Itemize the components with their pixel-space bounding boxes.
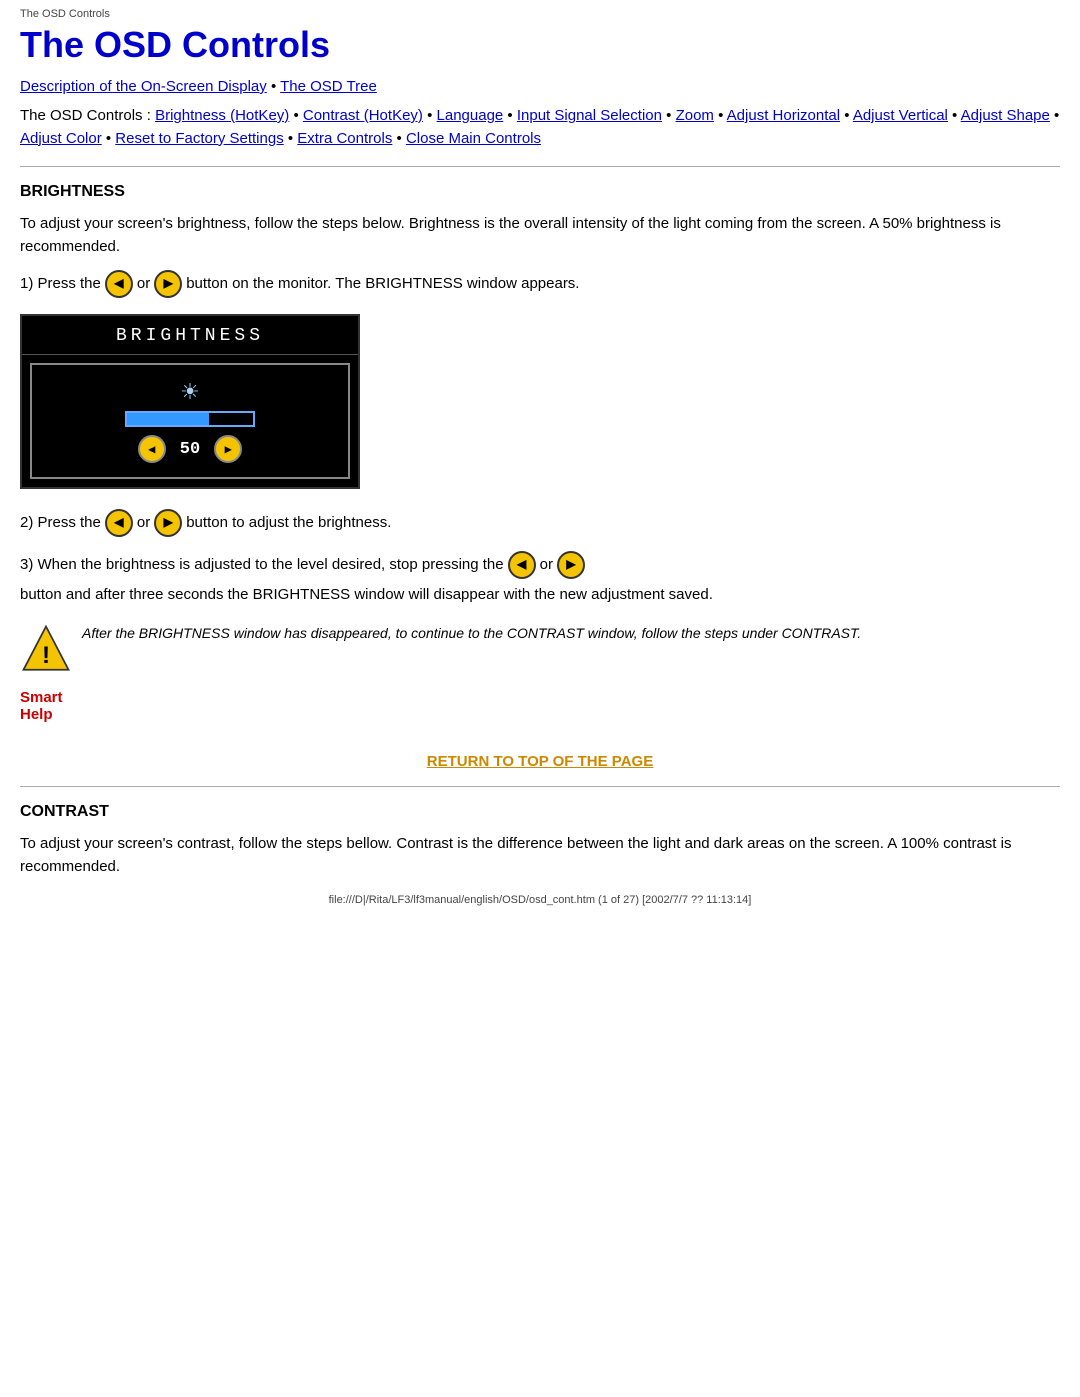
brightness-value: 50: [180, 440, 200, 459]
smart-help-label: SmartHelp: [20, 689, 1060, 723]
bc-language[interactable]: Language: [437, 107, 504, 124]
bc-adjust-vertical[interactable]: Adjust Vertical: [853, 107, 948, 124]
sun-icon: ☀: [180, 381, 200, 403]
brightness-bar-fill: [127, 413, 209, 425]
brightness-bar: [125, 411, 255, 427]
left-button-icon: [105, 270, 133, 298]
nav-link-description[interactable]: Description of the On-Screen Display: [20, 78, 267, 95]
right-button-icon: [154, 270, 182, 298]
brightness-left-btn: [138, 435, 166, 463]
brightness-controls: 50: [138, 435, 242, 463]
return-link-anchor[interactable]: RETURN TO TOP OF THE PAGE: [427, 753, 653, 770]
contrast-heading: CONTRAST: [20, 803, 1060, 821]
warning-triangle-icon: !: [20, 623, 72, 675]
breadcrumb: The OSD Controls : Brightness (HotKey) •…: [20, 105, 1060, 150]
warning-text-block: After the BRIGHTNESS window has disappea…: [82, 623, 861, 644]
bc-adjust-horizontal[interactable]: Adjust Horizontal: [727, 107, 840, 124]
step2-suffix: button to adjust the brightness.: [186, 511, 391, 535]
step3-left-icon: [508, 551, 536, 579]
brightness-right-btn: [214, 435, 242, 463]
warning-block: ! After the BRIGHTNESS window has disapp…: [20, 623, 1060, 675]
bc-adjust-shape[interactable]: Adjust Shape: [961, 107, 1050, 124]
nav-links: Description of the On-Screen Display • T…: [20, 78, 1060, 95]
browser-title: The OSD Controls: [20, 8, 1060, 20]
brightness-window: BRIGHTNESS ☀ 50: [20, 314, 360, 489]
contrast-intro: To adjust your screen's contrast, follow…: [20, 833, 1060, 878]
brightness-window-content: ☀ 50: [30, 363, 350, 479]
return-to-top: RETURN TO TOP OF THE PAGE: [20, 753, 1060, 770]
step2-left-icon: [105, 509, 133, 537]
breadcrumb-prefix: The OSD Controls :: [20, 107, 151, 124]
warning-text: After the BRIGHTNESS window has disappea…: [82, 625, 861, 641]
step-3: 3) When the brightness is adjusted to th…: [20, 551, 1060, 607]
bc-adjust-color[interactable]: Adjust Color: [20, 130, 102, 147]
nav-link-osd-tree[interactable]: The OSD Tree: [280, 78, 377, 95]
step1-prefix: 1) Press the: [20, 272, 101, 296]
bc-extra-controls[interactable]: Extra Controls: [297, 130, 392, 147]
bc-reset[interactable]: Reset to Factory Settings: [115, 130, 283, 147]
bc-close-main[interactable]: Close Main Controls: [406, 130, 541, 147]
step3-prefix: 3) When the brightness is adjusted to th…: [20, 553, 504, 577]
step3-right-icon: [557, 551, 585, 579]
step2-right-icon: [154, 509, 182, 537]
bc-brightness[interactable]: Brightness (HotKey): [155, 107, 289, 124]
step-1: 1) Press the or button on the monitor. T…: [20, 270, 1060, 298]
page-heading: The OSD Controls: [20, 24, 1060, 66]
bc-zoom[interactable]: Zoom: [676, 107, 714, 124]
brightness-heading: BRIGHTNESS: [20, 183, 1060, 201]
step-2: 2) Press the or button to adjust the bri…: [20, 509, 1060, 537]
step2-prefix: 2) Press the: [20, 511, 101, 535]
brightness-intro: To adjust your screen's brightness, foll…: [20, 213, 1060, 258]
brightness-window-title: BRIGHTNESS: [22, 316, 358, 355]
divider-top: [20, 166, 1060, 167]
svg-text:!: !: [42, 642, 50, 669]
step3-suffix: button and after three seconds the BRIGH…: [20, 583, 713, 607]
step1-suffix: button on the monitor. The BRIGHTNESS wi…: [186, 272, 579, 296]
divider-contrast: [20, 786, 1060, 787]
bc-contrast[interactable]: Contrast (HotKey): [303, 107, 423, 124]
page-footer: file:///D|/Rita/LF3/lf3manual/english/OS…: [20, 890, 1060, 906]
bc-input-signal[interactable]: Input Signal Selection: [517, 107, 662, 124]
